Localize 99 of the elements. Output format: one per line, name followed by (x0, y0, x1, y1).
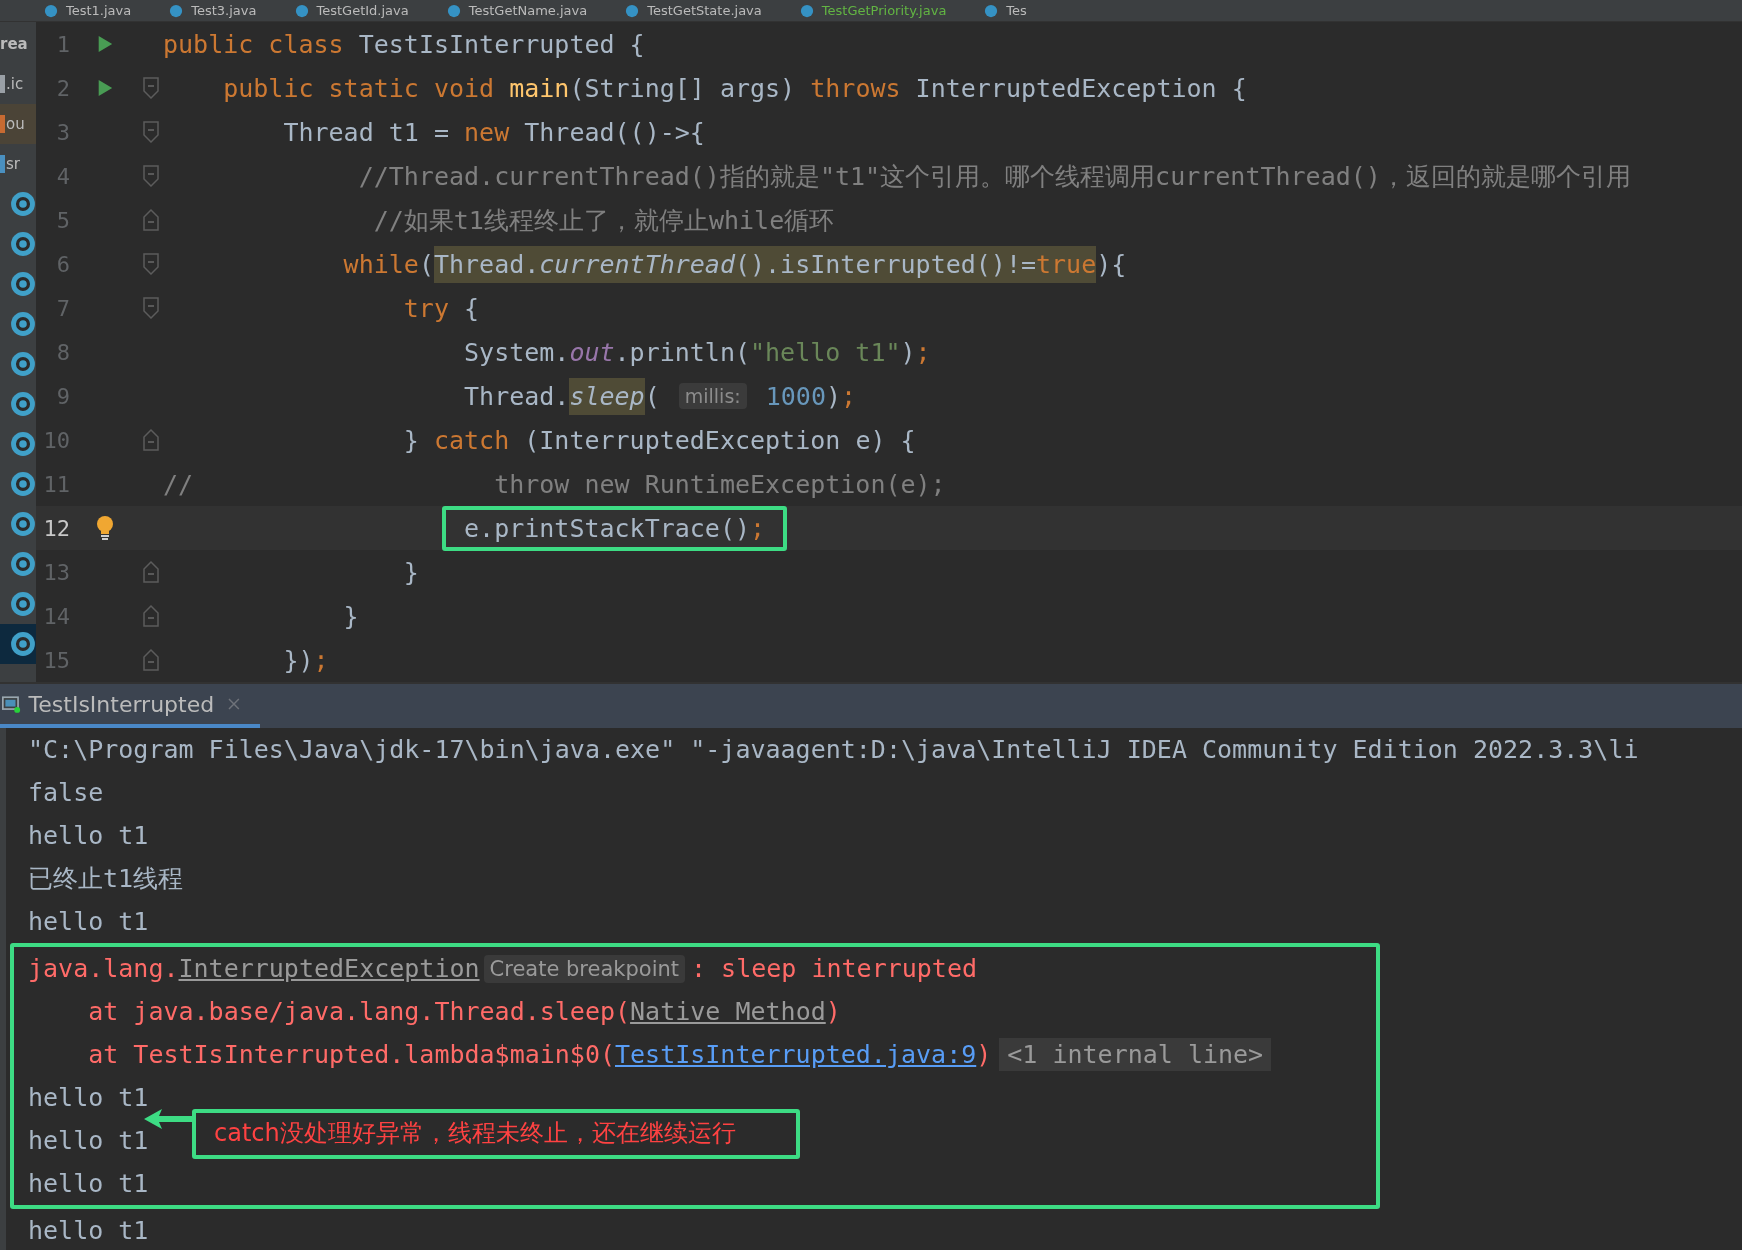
error-text: ) (825, 997, 841, 1026)
editor-tab[interactable]: TestGetName.java (442, 3, 592, 18)
class-icon[interactable] (10, 631, 36, 657)
code-text: sleep (569, 377, 645, 415)
fold-marker-icon[interactable] (143, 209, 159, 231)
fold-marker-icon[interactable] (143, 253, 159, 275)
line-number: 2 (55, 75, 70, 101)
line-number: 6 (55, 251, 70, 277)
class-icon (44, 3, 58, 18)
line-number: 1 (55, 31, 70, 57)
fold-marker-icon[interactable] (143, 165, 159, 187)
run-icon[interactable] (96, 34, 114, 54)
lightbulb-icon[interactable] (95, 515, 115, 541)
class-icon[interactable] (10, 471, 36, 497)
fold-marker-icon[interactable] (143, 605, 159, 627)
callout-text: catch没处理好异常，线程未终止，还在继续运行 (192, 1109, 800, 1159)
run-tab[interactable]: TestIsInterrupted (0, 684, 260, 728)
fold-marker-icon[interactable] (143, 429, 159, 451)
line-number: 7 (55, 295, 70, 321)
code-line: } (342, 601, 359, 631)
error-text: : sleep interrupted (691, 954, 977, 983)
error-text: java.lang. (28, 954, 179, 983)
editor-tab[interactable]: Test1.java (40, 3, 136, 18)
code-line: System.out.println("hello t1"); (463, 337, 931, 367)
class-icon[interactable] (10, 351, 36, 377)
code-line: //如果t1线程终止了，就停止while循环 (372, 204, 835, 237)
console-line: hello t1 (28, 907, 149, 936)
code-text: ) (825, 381, 842, 411)
line-number: 4 (55, 163, 70, 189)
class-icon (799, 3, 814, 18)
error-text: at TestIsInterrupted.lambda$main$0( (87, 1040, 615, 1069)
class-icon[interactable] (10, 311, 36, 337)
number-literal: 1000 (764, 381, 826, 411)
line-number: 14 (42, 603, 70, 629)
code-line: // throw new RuntimeException(e); (162, 469, 946, 499)
line-number: 9 (55, 383, 70, 409)
fold-marker-icon[interactable] (143, 77, 159, 99)
code-text: Thread. (463, 381, 570, 411)
line-number: 5 (55, 207, 70, 233)
fold-marker-icon[interactable] (143, 297, 159, 319)
code-line: try { (402, 293, 480, 323)
fold-marker-icon[interactable] (143, 121, 159, 143)
line-number: 13 (42, 559, 70, 585)
class-icon[interactable] (10, 271, 36, 297)
file-link[interactable]: TestIsInterrupted.java:9 (615, 1040, 977, 1069)
line-number: 15 (42, 647, 70, 673)
error-text: at java.base/java.lang.Thread.sleep( (87, 997, 631, 1026)
console-line: hello t1 (28, 1169, 149, 1198)
line-number: 11 (42, 471, 70, 497)
class-icon (169, 3, 184, 18)
folded-lines-badge[interactable]: <1 internal line> (999, 1038, 1272, 1071)
code-text: ( (644, 381, 661, 411)
editor-tab[interactable]: Test3.java (165, 3, 261, 18)
line-number: 3 (55, 119, 70, 145)
code-line: } catch (InterruptedException e) { (402, 425, 916, 455)
class-icon[interactable] (10, 511, 36, 537)
class-icon (625, 3, 640, 18)
class-icon[interactable] (10, 191, 36, 217)
run-icon[interactable] (96, 78, 114, 98)
console-line: false (28, 778, 104, 807)
class-reference[interactable]: InterruptedException (178, 954, 480, 983)
class-icon (446, 3, 461, 18)
tree-item[interactable]: rea (0, 35, 28, 53)
keyword-text: ; (841, 381, 857, 411)
code-line: public static void main(String[] args) throws InterruptedException { (222, 73, 1247, 103)
line-number: 10 (42, 427, 70, 453)
parameter-hint[interactable]: Create breakpoint (483, 954, 685, 983)
code-line: Thread t1 = new Thread(()->{ (282, 117, 705, 147)
fold-marker-icon[interactable] (143, 649, 159, 671)
error-text: ) (976, 1040, 992, 1069)
fold-marker-icon[interactable] (143, 561, 159, 583)
class-icon (984, 3, 999, 18)
class-icon[interactable] (10, 231, 36, 257)
editor-tab[interactable]: TestGetId.java (290, 3, 413, 18)
code-line: //Thread.currentThread()指的就是"t1"这个引用。哪个线程调用currentThread()，返回的就是哪个引用 (357, 160, 1631, 193)
line-number: 12 (42, 515, 70, 541)
class-reference[interactable]: Native Method (630, 997, 826, 1026)
console-line: hello t1 (28, 1216, 149, 1245)
editor-tab[interactable]: Tes (980, 3, 1031, 18)
editor-tab[interactable]: TestGetState.java (621, 3, 766, 18)
class-icon[interactable] (10, 591, 36, 617)
line-number: 8 (55, 339, 70, 365)
code-line: } (402, 557, 419, 587)
tree-item[interactable]: sr (6, 155, 20, 173)
class-icon[interactable] (10, 391, 36, 417)
console-line: hello t1 (28, 1083, 149, 1112)
class-icon[interactable] (10, 551, 36, 577)
console-icon (2, 693, 21, 715)
editor-tab[interactable]: TestGetPriority.java (795, 3, 951, 18)
code-line: public class TestIsInterrupted { (162, 29, 645, 59)
tree-item[interactable]: .ic (6, 75, 24, 93)
class-icon (294, 3, 309, 18)
console-line: hello t1 (28, 1126, 149, 1155)
console-line: "C:\Program Files\Java\jdk-17\bin\java.exe" "-javaagent:D:\java\IntelliJ IDEA Community Edition 2022.3.3\li (28, 735, 1639, 764)
console-line: 已终止t1线程 (28, 863, 184, 895)
class-icon[interactable] (10, 431, 36, 457)
parameter-hint: millis: (678, 383, 747, 409)
console-line: hello t1 (28, 821, 149, 850)
code-line: }); (282, 645, 329, 675)
